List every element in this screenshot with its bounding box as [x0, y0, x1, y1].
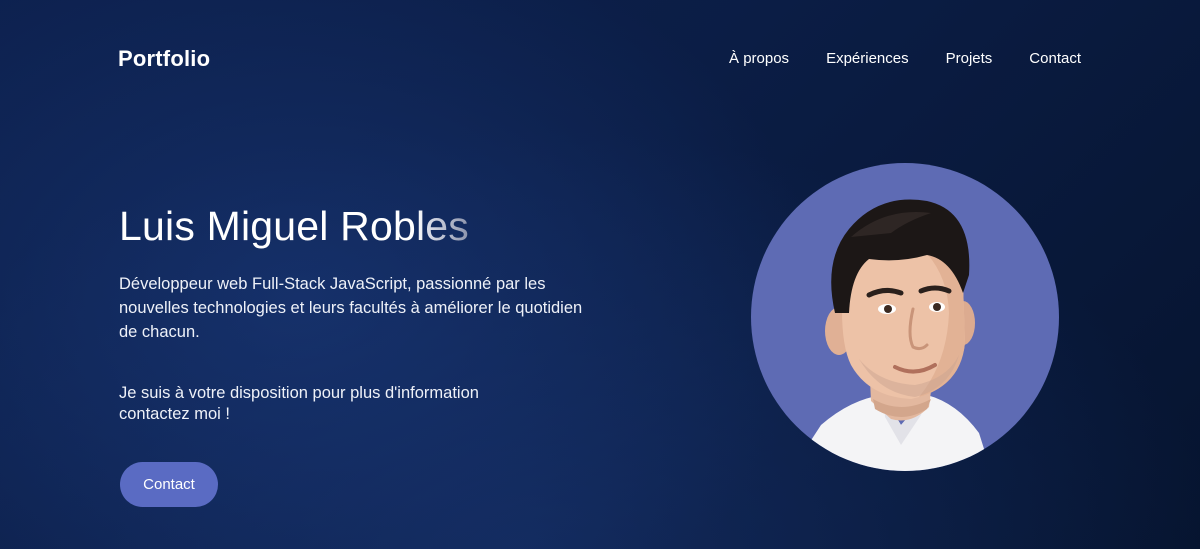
- profile-photo: [751, 163, 1059, 471]
- availability-line-2: contactez moi !: [119, 405, 230, 423]
- nav-link-contact[interactable]: Contact: [1029, 50, 1081, 67]
- site-header: Portfolio À propos Expériences Projets C…: [0, 0, 1200, 120]
- portrait-illustration: [791, 199, 991, 471]
- hero-section: Luis Miguel Robles Développeur web Full-…: [119, 198, 589, 425]
- hero-intro: Développeur web Full-Stack JavaScript, p…: [119, 275, 583, 341]
- contact-button[interactable]: Contact: [120, 462, 218, 507]
- hero-name: Luis Miguel Robles: [119, 198, 589, 254]
- hero-name-fade: les: [416, 203, 470, 249]
- nav-link-about[interactable]: À propos: [729, 50, 789, 67]
- main-nav: À propos Expériences Projets Contact: [729, 50, 1081, 67]
- logo[interactable]: Portfolio: [118, 46, 210, 72]
- hero-availability: Je suis à votre disposition pour plus d'…: [119, 383, 589, 425]
- hero-name-main: Luis Miguel Rob: [119, 203, 416, 249]
- availability-line-1: Je suis à votre disposition pour plus d'…: [119, 384, 479, 402]
- nav-link-projects[interactable]: Projets: [946, 50, 993, 67]
- nav-link-experiences[interactable]: Expériences: [826, 50, 909, 67]
